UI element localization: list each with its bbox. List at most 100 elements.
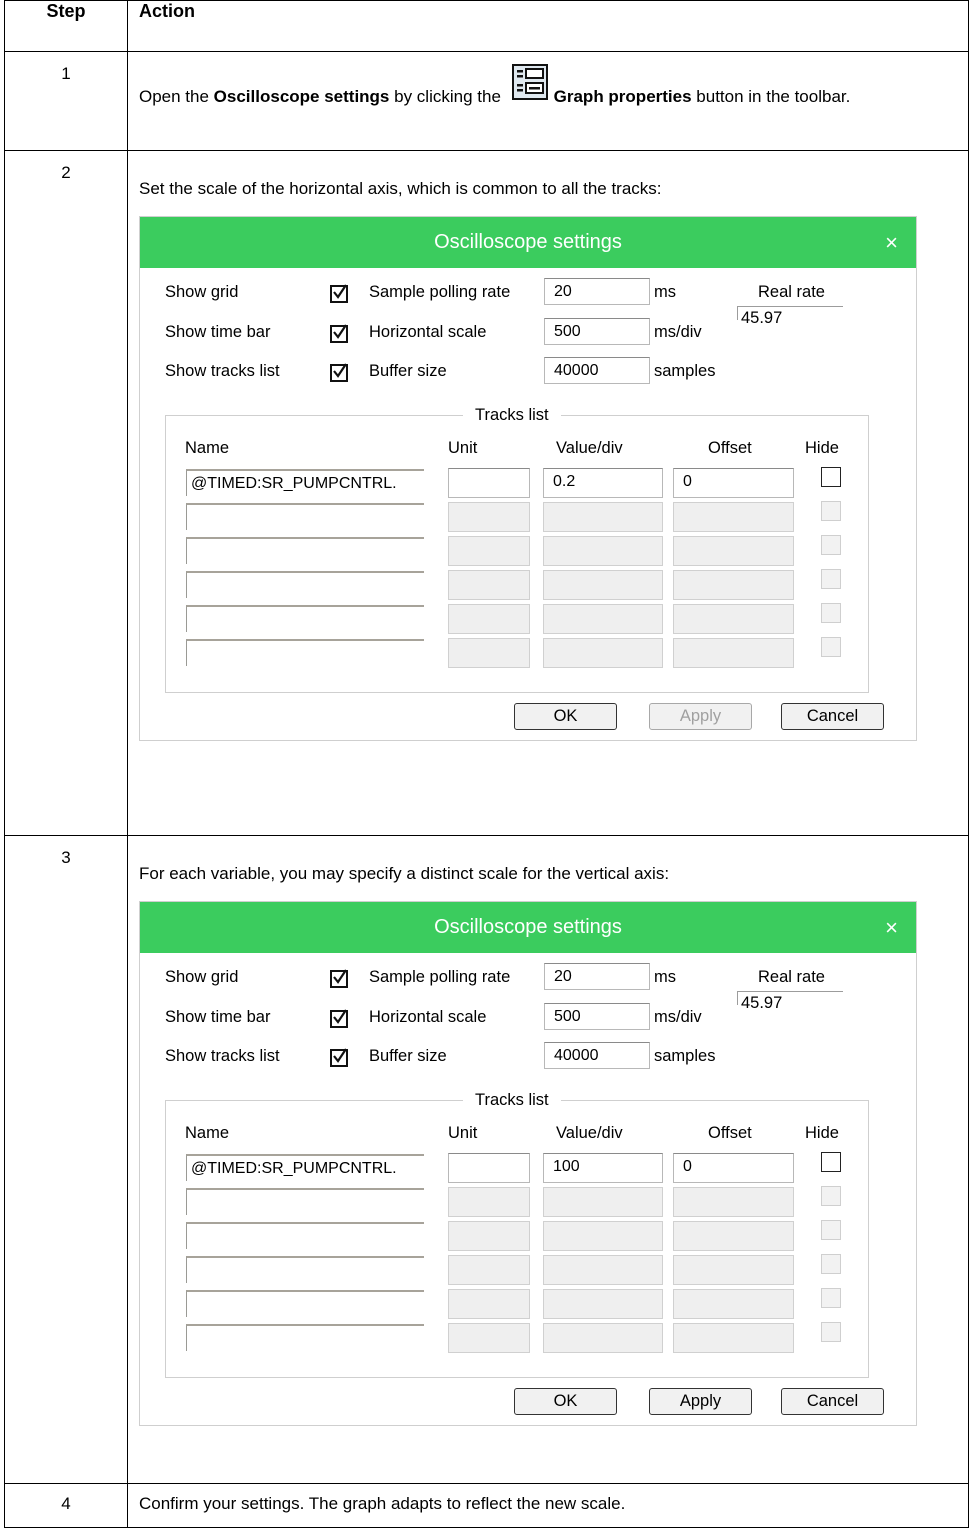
track-value-div-input[interactable]	[543, 570, 663, 600]
show-tracks-list-checkbox[interactable]	[330, 1048, 348, 1067]
hide-checkbox[interactable]	[821, 569, 841, 589]
track-value-div-input[interactable]: 0.2	[543, 468, 663, 498]
track-name-field[interactable]	[186, 1256, 424, 1283]
sample-polling-rate-input[interactable]: 20	[544, 278, 650, 305]
track-name-field[interactable]: @TIMED:SR_PUMPCNTRL.	[186, 1154, 424, 1181]
track-unit-input[interactable]	[448, 1153, 530, 1183]
track-name-field[interactable]	[186, 1222, 424, 1249]
close-icon[interactable]: ×	[885, 902, 898, 953]
track-name-field[interactable]	[186, 571, 424, 598]
show-tracks-list-checkbox[interactable]	[330, 363, 348, 382]
horizontal-scale-label: Horizontal scale	[369, 323, 487, 341]
close-icon[interactable]: ×	[885, 217, 898, 268]
hide-checkbox[interactable]	[821, 1186, 841, 1206]
track-offset-input[interactable]	[673, 502, 794, 532]
track-unit-input[interactable]	[448, 1221, 530, 1251]
dialog-slot-2: Oscilloscope settings × Show grid Sample…	[139, 901, 958, 1426]
track-name-field[interactable]	[186, 503, 424, 530]
show-time-bar-checkbox[interactable]	[330, 324, 348, 343]
horizontal-scale-input[interactable]: 500	[544, 318, 650, 345]
track-unit-input[interactable]	[448, 1323, 530, 1353]
hide-checkbox[interactable]	[821, 467, 841, 487]
step-1-text-start: Open the	[139, 87, 214, 106]
hide-checkbox[interactable]	[821, 1152, 841, 1172]
track-value-div-input[interactable]: 100	[543, 1153, 663, 1183]
track-name-field[interactable]	[186, 537, 424, 564]
column-header-unit: Unit	[448, 1124, 478, 1142]
track-offset-input[interactable]	[673, 604, 794, 634]
track-unit-input[interactable]	[448, 638, 530, 668]
track-name-field[interactable]	[186, 605, 424, 632]
track-unit-input[interactable]	[448, 536, 530, 566]
hide-checkbox[interactable]	[821, 501, 841, 521]
oscilloscope-settings-term: Oscilloscope settings	[213, 87, 390, 106]
track-offset-input[interactable]	[673, 1187, 794, 1217]
hide-checkbox[interactable]	[821, 1254, 841, 1274]
track-unit-input[interactable]	[448, 1255, 530, 1285]
track-value-div-input[interactable]	[543, 536, 663, 566]
track-offset-input[interactable]	[673, 1289, 794, 1319]
track-unit-input[interactable]	[448, 502, 530, 532]
buffer-size-label: Buffer size	[369, 1047, 447, 1065]
apply-button[interactable]: Apply	[649, 1388, 752, 1415]
column-header-unit: Unit	[448, 439, 478, 457]
track-offset-input[interactable]	[673, 638, 794, 668]
show-grid-checkbox[interactable]	[330, 969, 348, 988]
track-value-div-input[interactable]	[543, 638, 663, 668]
track-name-field[interactable]	[186, 1290, 424, 1317]
hide-checkbox[interactable]	[821, 535, 841, 555]
track-value-div-input[interactable]	[543, 1289, 663, 1319]
track-value-div-input[interactable]	[543, 1255, 663, 1285]
column-header-value-div: Value/div	[556, 439, 623, 457]
cancel-button[interactable]: Cancel	[781, 703, 884, 730]
ok-button[interactable]: OK	[514, 1388, 617, 1415]
cancel-button[interactable]: Cancel	[781, 1388, 884, 1415]
track-value-div-input[interactable]	[543, 502, 663, 532]
track-offset-input[interactable]	[673, 536, 794, 566]
track-unit-input[interactable]	[448, 570, 530, 600]
real-rate-value: 45.97	[741, 309, 783, 327]
step-number: 3	[4, 835, 128, 1484]
show-time-bar-checkbox[interactable]	[330, 1009, 348, 1028]
show-tracks-list-label: Show tracks list	[165, 362, 280, 380]
dialog-title: Oscilloscope settings	[434, 231, 622, 253]
track-name-field[interactable]	[186, 1324, 424, 1351]
ok-button[interactable]: OK	[514, 703, 617, 730]
track-unit-input[interactable]	[448, 604, 530, 634]
hide-checkbox[interactable]	[821, 1322, 841, 1342]
track-value-div-input[interactable]	[543, 1187, 663, 1217]
track-unit-input[interactable]	[448, 1187, 530, 1217]
track-offset-input[interactable]	[673, 1255, 794, 1285]
track-name-field[interactable]: @TIMED:SR_PUMPCNTRL.	[186, 469, 424, 496]
hide-checkbox[interactable]	[821, 637, 841, 657]
hide-checkbox[interactable]	[821, 1288, 841, 1308]
track-value-div-input[interactable]	[543, 1221, 663, 1251]
track-unit-input[interactable]	[448, 468, 530, 498]
buffer-size-input[interactable]: 40000	[544, 1042, 650, 1069]
sample-polling-rate-label: Sample polling rate	[369, 968, 511, 986]
hide-checkbox[interactable]	[821, 1220, 841, 1240]
buffer-size-input[interactable]: 40000	[544, 357, 650, 384]
track-unit-input[interactable]	[448, 1289, 530, 1319]
track-offset-input[interactable]	[673, 570, 794, 600]
track-name-field[interactable]	[186, 1188, 424, 1215]
sample-polling-rate-input[interactable]: 20	[544, 963, 650, 990]
tracks-list-title: Tracks list	[463, 1090, 561, 1110]
show-grid-checkbox[interactable]	[330, 284, 348, 303]
track-value-div-input[interactable]	[543, 604, 663, 634]
track-offset-input[interactable]: 0	[673, 1153, 794, 1183]
track-offset-input[interactable]	[673, 1323, 794, 1353]
hide-checkbox[interactable]	[821, 603, 841, 623]
step-number: 1	[4, 51, 128, 151]
real-rate-label: Real rate	[758, 968, 825, 986]
apply-button[interactable]: Apply	[649, 703, 752, 730]
track-offset-input[interactable]	[673, 1221, 794, 1251]
horizontal-scale-input[interactable]: 500	[544, 1003, 650, 1030]
track-offset-input[interactable]: 0	[673, 468, 794, 498]
horizontal-scale-unit: ms/div	[654, 1008, 702, 1026]
track-value-div-input[interactable]	[543, 1323, 663, 1353]
show-tracks-list-label: Show tracks list	[165, 1047, 280, 1065]
real-rate-divider-edge	[737, 991, 738, 1005]
track-name-field[interactable]	[186, 639, 424, 666]
dialog-slot-1: Oscilloscope settings × Show grid Sample…	[139, 216, 958, 741]
